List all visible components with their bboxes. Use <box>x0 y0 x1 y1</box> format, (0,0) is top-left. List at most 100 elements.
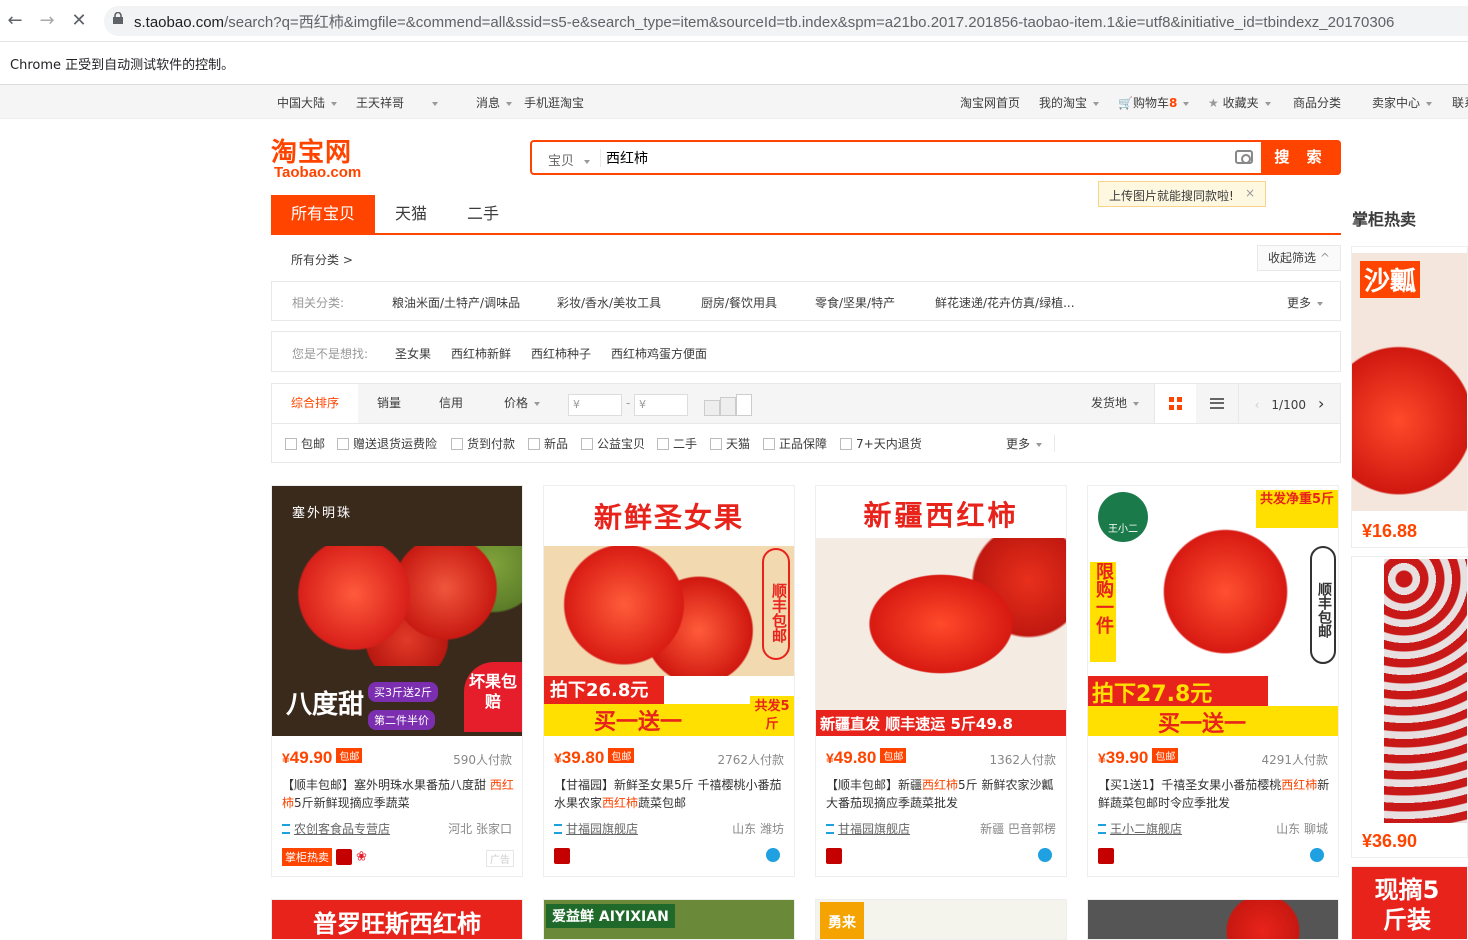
image-caption: 塞外明珠 <box>292 506 353 521</box>
sort-sales[interactable]: 销量 <box>358 384 420 423</box>
filter-checkbox[interactable]: 公益宝贝 <box>581 435 645 452</box>
shop-link[interactable]: 甘福园旗舰店 <box>554 820 638 837</box>
shop-link[interactable]: 甘福园旗舰店 <box>826 820 910 837</box>
mobile-link[interactable]: 手机逛淘宝 <box>524 94 584 111</box>
product-image[interactable] <box>1087 899 1339 940</box>
product-image[interactable]: 普罗旺斯西红柿 <box>271 899 523 940</box>
suggest-item[interactable]: 西红柿鸡蛋方便面 <box>611 345 707 362</box>
product-card[interactable]: 新鲜圣女果 顺丰包邮 拍下26.8元 买一送一 共发5斤 ¥39.80 包邮 27… <box>543 485 795 877</box>
suggest-item[interactable]: 西红柿种子 <box>531 345 591 362</box>
product-title[interactable]: 【买1送1】千禧圣女果小番茄樱桃西红柿新鲜蔬菜包邮时令应季批发 <box>1098 776 1330 812</box>
product-card[interactable]: 王小二 共发净重5斤 限购一件 顺丰包邮 拍下27.8元 买一送一 ¥39.90… <box>1087 485 1339 877</box>
side-product-card[interactable]: 现摘5斤装 <box>1351 866 1468 940</box>
tab-tmall[interactable]: 天猫 <box>375 195 447 233</box>
user-menu[interactable]: 王天祥哥 <box>356 94 439 111</box>
filter-checkbox[interactable]: 7+天内退货 <box>840 435 922 452</box>
camera-icon[interactable] <box>1235 150 1253 164</box>
stop-loading-icon[interactable]: ✕ <box>68 10 90 32</box>
next-page-icon[interactable]: › <box>1318 394 1324 413</box>
list-view-icon[interactable] <box>1196 384 1238 423</box>
shop-link[interactable]: 农创客食品专营店 <box>282 820 390 837</box>
categories-link[interactable]: 商品分类 <box>1293 94 1341 111</box>
search-input[interactable] <box>606 147 1226 169</box>
product-image[interactable]: 王小二 共发净重5斤 限购一件 顺丰包邮 拍下27.8元 买一送一 <box>1088 486 1338 736</box>
product-image[interactable]: 勇来 <box>815 899 1067 940</box>
filter-checkbox[interactable]: 货到付款 <box>451 435 515 452</box>
product-icons: 掌柜热卖 ❀ <box>282 848 367 866</box>
image-caption: 新鲜圣女果 <box>544 486 794 546</box>
search-category-select[interactable]: 宝贝 <box>548 150 591 169</box>
suggest-item[interactable]: 西红柿新鲜 <box>451 345 511 362</box>
sort-default[interactable]: 综合排序 <box>272 384 358 423</box>
filter-checkbox[interactable]: 新品 <box>528 435 568 452</box>
price-dash: - <box>626 396 631 410</box>
price-to-input[interactable]: ¥ <box>634 394 688 416</box>
tab-all[interactable]: 所有宝贝 <box>271 195 375 233</box>
location: 山东 聊城 <box>1276 822 1328 836</box>
messages-link[interactable]: 消息 <box>476 94 513 111</box>
ship-from-select[interactable]: 发货地 <box>1080 384 1150 423</box>
breadcrumb-row: 所有分类 > 收起筛选 ^ <box>271 245 1341 273</box>
seller-center-link[interactable]: 卖家中心 <box>1372 94 1433 111</box>
shop-icon <box>826 824 834 834</box>
side-price: ¥36.90 <box>1362 831 1418 851</box>
search-tabs: 所有宝贝 天猫 二手 <box>271 195 1341 235</box>
ad-label: 广告 <box>486 850 514 867</box>
my-taobao-link[interactable]: 我的淘宝 <box>1039 94 1100 111</box>
region-selector[interactable]: 中国大陆 <box>277 94 338 111</box>
back-arrow-icon[interactable]: ← <box>4 10 26 32</box>
tab-second-hand[interactable]: 二手 <box>447 195 519 233</box>
side-product-card[interactable]: 沙瓤 ¥16.88 <box>1351 246 1468 548</box>
price-range-toggle[interactable] <box>704 394 766 416</box>
related-more-button[interactable]: 更多 <box>1287 294 1324 311</box>
related-item[interactable]: 零食/坚果/特产 <box>815 294 895 311</box>
product-title[interactable]: 【顺丰包邮】塞外明珠水果番茄八度甜 西红柿5斤新鲜现摘应季蔬菜 <box>282 776 514 812</box>
shop-link[interactable]: 王小二旗舰店 <box>1098 820 1182 837</box>
tmall-icon <box>1098 848 1114 864</box>
filter-checkbox[interactable]: 包邮 <box>285 435 325 452</box>
favorites-link[interactable]: ★ 收藏夹 <box>1208 94 1271 111</box>
url-text[interactable]: s.taobao.com/search?q=西红柿&imgfile=&comme… <box>134 11 1394 32</box>
breadcrumb[interactable]: 所有分类 > <box>291 251 353 268</box>
price-from-input[interactable]: ¥ <box>568 394 622 416</box>
brand-logo: 勇来 <box>820 902 864 939</box>
cart-link[interactable]: 🛒购物车8 <box>1118 94 1190 111</box>
tmall-icon <box>336 849 352 865</box>
automation-infobar: Chrome 正受到自动测试软件的控制。 <box>0 42 1468 85</box>
water-drop-icon <box>1310 848 1324 862</box>
product-image[interactable]: 新疆西红柿 新疆直发 顺丰速运 5斤49.8 <box>816 486 1066 736</box>
product-image[interactable]: 新鲜圣女果 顺丰包邮 拍下26.8元 买一送一 共发5斤 <box>544 486 794 736</box>
sort-bar: 综合排序 销量 信用 价格 ¥ - ¥ 发货地 ‹ 1/100 › <box>271 383 1341 424</box>
product-title[interactable]: 【甘福园】新鲜圣女果5斤 千禧樱桃小番茄水果农家西红柿蔬菜包邮 <box>554 776 786 812</box>
product-card[interactable]: 新疆西红柿 新疆直发 顺丰速运 5斤49.8 ¥49.80 包邮 1362人付款 … <box>815 485 1067 877</box>
prev-page-icon[interactable]: ‹ <box>1255 398 1260 412</box>
collapse-filter-button[interactable]: 收起筛选 ^ <box>1257 245 1341 271</box>
home-link[interactable]: 淘宝网首页 <box>960 94 1020 111</box>
product-image[interactable]: 塞外明珠 八度甜 买3斤送2斤 第二件半价 坏果包赔 <box>272 486 522 736</box>
filter-checkbox[interactable]: 赠送退货运费险 <box>337 435 437 452</box>
forward-arrow-icon[interactable]: → <box>36 10 58 32</box>
grid-view-icon[interactable] <box>1154 384 1196 423</box>
related-item[interactable]: 彩妆/香水/美妆工具 <box>557 294 661 311</box>
logo-en[interactable]: Taobao.com <box>274 164 361 181</box>
tmall-icon <box>554 848 570 864</box>
filter-checkbox[interactable]: 二手 <box>657 435 697 452</box>
related-item[interactable]: 鲜花速递/花卉仿真/绿植... <box>935 294 1075 311</box>
browser-toolbar: ← → ✕ s.taobao.com/search?q=西红柿&imgfile=… <box>0 0 1468 42</box>
filter-more-button[interactable]: 更多 <box>1006 435 1056 452</box>
product-image[interactable]: 爱益鲜 AIYIXIAN <box>543 899 795 940</box>
filter-checkbox[interactable]: 正品保障 <box>763 435 827 452</box>
sort-price[interactable]: 价格 <box>482 384 562 423</box>
side-product-card[interactable]: ¥36.90 <box>1351 556 1468 858</box>
suggest-item[interactable]: 圣女果 <box>395 345 431 362</box>
product-title[interactable]: 【顺丰包邮】新疆西红柿5斤 新鲜农家沙瓤大番茄现摘应季蔬菜批发 <box>826 776 1058 812</box>
contact-link[interactable]: 联系 <box>1452 94 1468 111</box>
sort-credit[interactable]: 信用 <box>420 384 482 423</box>
product-card[interactable]: 塞外明珠 八度甜 买3斤送2斤 第二件半价 坏果包赔 ¥49.90 包邮 590人… <box>271 485 523 877</box>
image-badge: 坏果包赔 <box>464 662 522 732</box>
search-button[interactable]: 搜 索 <box>1261 140 1341 175</box>
filter-checkbox[interactable]: 天猫 <box>710 435 750 452</box>
related-item[interactable]: 粮油米面/土特产/调味品 <box>392 294 520 311</box>
related-item[interactable]: 厨房/餐饮用具 <box>701 294 777 311</box>
star-icon: ★ <box>1208 96 1219 110</box>
